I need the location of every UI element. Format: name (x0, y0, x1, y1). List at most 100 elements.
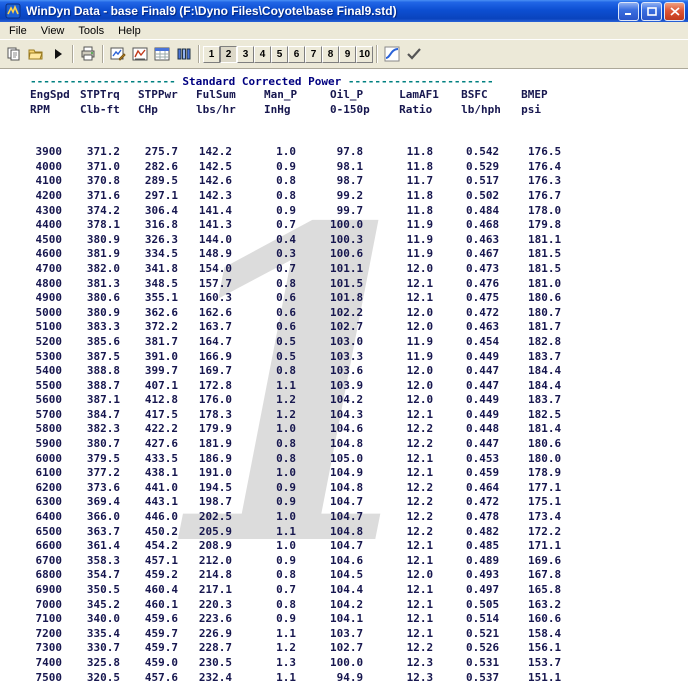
table-cell: 6700 (30, 554, 80, 569)
page-button-5[interactable]: 5 (271, 46, 288, 63)
table-cell: 12.0 (399, 568, 461, 583)
minimize-button[interactable] (618, 2, 639, 21)
table-cell: 0.497 (461, 583, 521, 598)
column-header: EngSpd (30, 88, 80, 103)
table-cell: 166.9 (196, 350, 264, 365)
table-cell: 5300 (30, 350, 80, 365)
table-cell: 372.2 (138, 320, 196, 335)
chart-edit-icon[interactable] (107, 43, 129, 65)
table-row: 6300369.4443.1198.70.9104.712.20.472175.… (30, 495, 583, 510)
table-cell: 0.464 (461, 481, 521, 496)
menu-view[interactable]: View (34, 24, 72, 38)
table-cell: 334.5 (138, 247, 196, 262)
columns-icon[interactable] (173, 43, 195, 65)
data-table: EngSpdSTPTrqSTPPwrFulSumMan_POil_PLamAF1… (30, 88, 583, 685)
table-cell: 350.5 (80, 583, 138, 598)
page-button-8[interactable]: 8 (322, 46, 339, 63)
table-cell: 178.9 (521, 466, 583, 481)
column-unit: InHg (264, 103, 330, 118)
column-header: Man_P (264, 88, 330, 103)
table-cell: 198.7 (196, 495, 264, 510)
table-cell: 0.485 (461, 539, 521, 554)
table-cell: 0.3 (264, 247, 330, 262)
table-cell: 0.475 (461, 291, 521, 306)
table-cell: 105.0 (330, 452, 399, 467)
table-cell: 3900 (30, 145, 80, 160)
table-cell: 407.1 (138, 379, 196, 394)
table-cell: 297.1 (138, 189, 196, 204)
table-cell: 104.7 (330, 495, 399, 510)
table-cell: 12.1 (399, 612, 461, 627)
table-cell: 104.8 (330, 481, 399, 496)
table-cell: 12.2 (399, 481, 461, 496)
table-cell: 223.6 (196, 612, 264, 627)
table-cell: 11.7 (399, 174, 461, 189)
curve-icon[interactable] (381, 43, 403, 65)
table-cell: 12.1 (399, 408, 461, 423)
table-cell: 180.6 (521, 437, 583, 452)
table-cell: 382.0 (80, 262, 138, 277)
app-window: WinDyn Data - base Final9 (F:\Dyno Files… (0, 0, 688, 686)
table-cell: 5600 (30, 393, 80, 408)
chart-icon[interactable] (129, 43, 151, 65)
table-cell: 369.4 (80, 495, 138, 510)
table-cell: 381.9 (80, 247, 138, 262)
table-cell: 0.502 (461, 189, 521, 204)
maximize-button[interactable] (641, 2, 662, 21)
table-cell: 226.9 (196, 627, 264, 642)
menu-file[interactable]: File (2, 24, 34, 38)
toolbar-separator (102, 45, 104, 63)
table-cell: 98.7 (330, 174, 399, 189)
table-cell: 441.0 (138, 481, 196, 496)
table-cell: 177.1 (521, 481, 583, 496)
table-cell: 176.3 (521, 174, 583, 189)
copy-icon[interactable] (3, 43, 25, 65)
page-button-7[interactable]: 7 (305, 46, 322, 63)
table-cell: 450.2 (138, 525, 196, 540)
table-row: 5200385.6381.7164.70.5103.011.90.454182.… (30, 335, 583, 350)
page-button-1[interactable]: 1 (203, 46, 220, 63)
table-cell: 0.459 (461, 466, 521, 481)
page-button-2[interactable]: 2 (220, 46, 237, 63)
table-cell: 1.0 (264, 422, 330, 437)
table-cell: 0.472 (461, 306, 521, 321)
table-row: 4100370.8289.5142.60.898.711.70.517176.3 (30, 174, 583, 189)
table-cell: 0.476 (461, 277, 521, 292)
print-icon[interactable] (77, 43, 99, 65)
table-icon[interactable] (151, 43, 173, 65)
table-cell: 1.2 (264, 393, 330, 408)
column-header: BSFC (461, 88, 521, 103)
table-cell: 0.468 (461, 218, 521, 233)
table-cell: 181.5 (521, 262, 583, 277)
table-cell: 169.6 (521, 554, 583, 569)
menu-tools[interactable]: Tools (71, 24, 111, 38)
check-icon[interactable] (403, 43, 425, 65)
play-icon[interactable] (47, 43, 69, 65)
report-title: Standard Corrected Power (182, 75, 341, 88)
table-cell: 180.0 (521, 452, 583, 467)
table-cell: 104.6 (330, 554, 399, 569)
table-cell: 104.3 (330, 408, 399, 423)
menu-help[interactable]: Help (111, 24, 148, 38)
page-button-3[interactable]: 3 (237, 46, 254, 63)
table-row: 5300387.5391.0166.90.5103.311.90.449183.… (30, 350, 583, 365)
table-cell: 12.2 (399, 437, 461, 452)
table-cell: 12.1 (399, 452, 461, 467)
table-cell: 381.7 (138, 335, 196, 350)
page-button-6[interactable]: 6 (288, 46, 305, 63)
table-cell: 176.5 (521, 145, 583, 160)
page-button-10[interactable]: 10 (356, 46, 373, 63)
table-cell: 101.1 (330, 262, 399, 277)
table-cell: 0.9 (264, 612, 330, 627)
table-cell: 11.8 (399, 160, 461, 175)
table-cell: 7500 (30, 671, 80, 686)
table-cell: 11.8 (399, 145, 461, 160)
table-cell: 4700 (30, 262, 80, 277)
close-button[interactable] (664, 2, 685, 21)
page-button-4[interactable]: 4 (254, 46, 271, 63)
page-button-9[interactable]: 9 (339, 46, 356, 63)
table-cell: 148.9 (196, 247, 264, 262)
open-folder-icon[interactable] (25, 43, 47, 65)
spacer-cell (30, 117, 583, 145)
table-cell: 341.8 (138, 262, 196, 277)
